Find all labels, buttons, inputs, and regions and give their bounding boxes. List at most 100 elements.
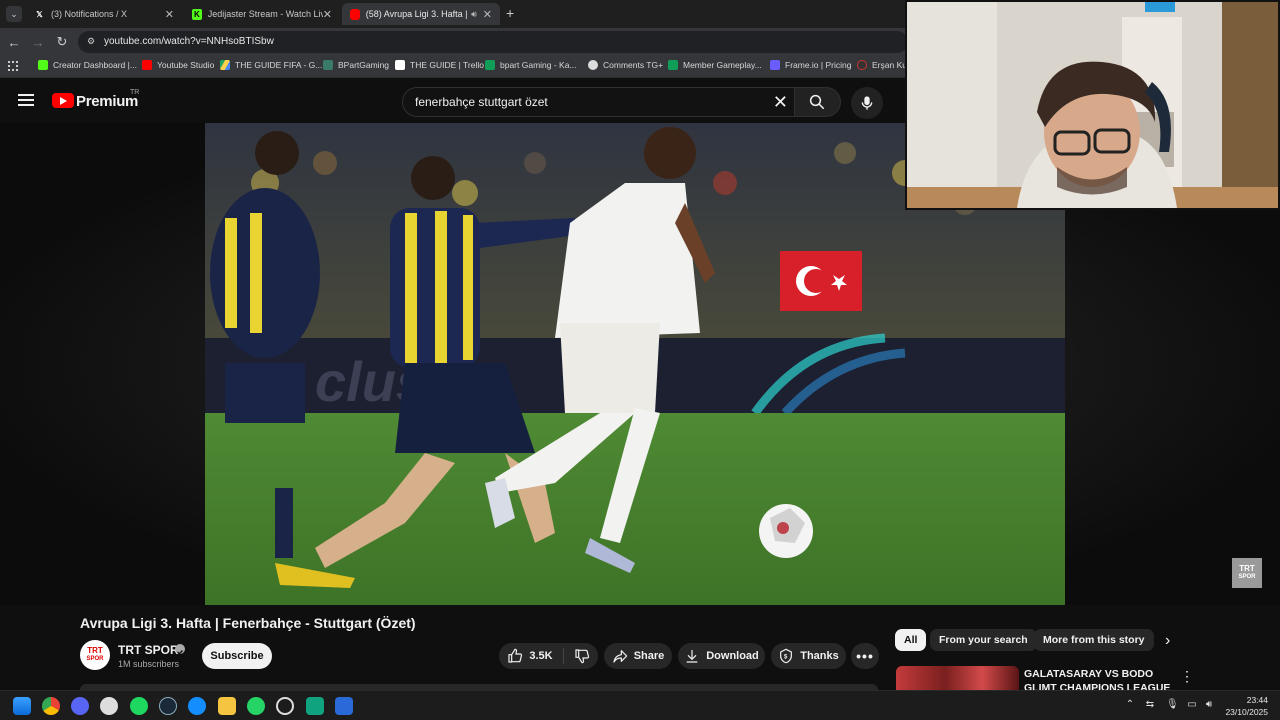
bookmark-item[interactable]: Youtube Studio	[142, 60, 214, 70]
bookmark-item[interactable]: Member Gameplay...	[668, 60, 762, 70]
bookmark-item[interactable]: Frame.io | Pricing	[770, 60, 851, 70]
svg-text:$: $	[784, 655, 788, 661]
voice-search-button[interactable]	[851, 87, 883, 119]
more-horizontal-icon: •••	[856, 648, 874, 664]
file-explorer-icon[interactable]	[218, 697, 236, 715]
bookmark-item[interactable]: BPartGaming	[323, 60, 389, 70]
app-icon[interactable]	[306, 697, 324, 715]
frameio-icon	[770, 60, 780, 70]
x-logo-icon: 𝕏	[36, 9, 43, 19]
search-input[interactable]: fenerbahçe stuttgart özet ✕	[402, 87, 795, 117]
back-icon[interactable]: ←	[6, 34, 22, 50]
reload-icon[interactable]: ↻	[54, 34, 70, 50]
thumbs-down-icon	[575, 649, 589, 664]
forward-icon[interactable]: →	[30, 34, 46, 50]
bpart-logo-icon	[323, 60, 333, 70]
sheets-icon	[485, 60, 495, 70]
more-vertical-icon[interactable]: ⋮	[1180, 668, 1194, 685]
sheets-icon	[668, 60, 678, 70]
recommended-video-thumbnail[interactable]	[896, 666, 1019, 690]
tab-x-notifications[interactable]: 𝕏 (3) Notifications / X ✕	[26, 3, 182, 25]
more-actions-button[interactable]: •••	[851, 643, 879, 669]
windows-taskbar: ⌃ ⇆ 🎙︎ ▭ 🔊︎ 23:44 23/10/2025	[0, 690, 1280, 720]
share-button[interactable]: Share	[604, 643, 672, 669]
close-tab-icon[interactable]: ✕	[483, 8, 492, 21]
bookmark-item[interactable]: Comments TG+	[588, 60, 663, 70]
youtube-logo-icon	[350, 8, 360, 20]
system-clock[interactable]: 23:44 23/10/2025	[1225, 694, 1268, 718]
like-dislike-group: 3.5K	[499, 643, 598, 669]
channel-avatar[interactable]: TRT SPOR	[80, 640, 110, 670]
subscribe-button[interactable]: Subscribe	[202, 643, 272, 669]
clear-search-icon[interactable]: ✕	[773, 93, 788, 111]
close-tab-icon[interactable]: ✕	[323, 8, 332, 21]
webcam-feed	[907, 2, 1278, 208]
clock-time: 23:44	[1246, 695, 1268, 705]
volume-icon[interactable]: 🔊︎	[1203, 699, 1215, 711]
channel-watermark: TRT SPOR	[1232, 558, 1262, 588]
spotify-icon[interactable]	[130, 697, 148, 715]
chatgpt-icon[interactable]	[276, 697, 294, 715]
comments-icon	[588, 60, 598, 70]
chrome-icon[interactable]	[42, 697, 60, 715]
youtube-premium-logo[interactable]: Premium	[76, 93, 138, 110]
chip-from-your-search[interactable]: From your search	[930, 629, 1037, 651]
bookmark-item[interactable]: Erşan Ku	[857, 60, 907, 70]
tab-youtube-video[interactable]: (58) Avrupa Ligi 3. Hafta | Fe 🔊︎ ✕	[342, 3, 500, 25]
trello-logo-icon	[395, 60, 405, 70]
bookmark-item[interactable]: Creator Dashboard |...	[38, 60, 137, 70]
share-icon	[613, 650, 627, 663]
kick-logo-icon	[38, 60, 48, 70]
apps-grid-icon[interactable]	[8, 61, 18, 71]
thanks-button[interactable]: $ Thanks	[771, 643, 846, 669]
search-query-text: fenerbahçe stuttgart özet	[415, 95, 548, 109]
network-icon[interactable]: ⇆	[1144, 699, 1156, 711]
download-icon	[686, 650, 698, 663]
chip-all[interactable]: All	[895, 629, 927, 651]
bookmark-item[interactable]: THE GUIDE | Trello	[395, 60, 484, 70]
address-bar[interactable]: ⚙ youtube.com/watch?v=NNHsoBTISbw	[78, 31, 908, 53]
microphone-icon	[861, 96, 873, 110]
tab-search-dropdown-icon[interactable]: ⌄	[6, 6, 22, 22]
tab-kick-stream[interactable]: K Jedijaster Stream - Watch Live o ✕	[184, 3, 340, 25]
bookmark-item[interactable]: bpart Gaming - Ka...	[485, 60, 577, 70]
download-button[interactable]: Download	[678, 643, 765, 669]
display-icon[interactable]: ▭	[1186, 699, 1198, 711]
dislike-button[interactable]	[564, 648, 590, 664]
youtube-logo-icon[interactable]	[52, 93, 74, 108]
chevron-right-icon[interactable]: ›	[1165, 632, 1170, 650]
bookmark-item[interactable]: THE GUIDE FIFA - G...	[220, 60, 322, 70]
verified-badge-icon	[175, 644, 185, 655]
chip-more-from-story[interactable]: More from this story	[1034, 629, 1154, 651]
microphone-icon[interactable]: 🎙︎	[1166, 699, 1179, 711]
discord-icon[interactable]	[71, 697, 89, 715]
recommended-video-title[interactable]: GALATASARAY VS BODO GLIMT CHAMPIONS LEAG…	[1024, 667, 1174, 690]
whatsapp-icon[interactable]	[247, 697, 265, 715]
super-thanks-icon: $	[780, 648, 793, 664]
app-icon[interactable]	[335, 697, 353, 715]
clock-date: 23/10/2025	[1225, 707, 1268, 717]
steam-icon[interactable]	[159, 697, 177, 715]
video-title: Avrupa Ligi 3. Hafta | Fenerbahçe - Stut…	[80, 615, 416, 631]
url-text: youtube.com/watch?v=NNHsoBTISbw	[104, 36, 274, 47]
hamburger-menu-icon[interactable]	[18, 94, 34, 107]
close-tab-icon[interactable]: ✕	[165, 8, 174, 21]
search-icon	[809, 94, 825, 110]
like-button[interactable]: 3.5K	[507, 648, 564, 664]
like-count: 3.5K	[529, 650, 553, 662]
site-info-icon[interactable]: ⚙	[87, 36, 95, 47]
streamer-webcam	[905, 0, 1280, 210]
new-tab-icon[interactable]: +	[506, 5, 514, 21]
thumbs-up-icon	[508, 648, 523, 663]
audio-playing-icon[interactable]: 🔊︎	[471, 9, 477, 20]
google-drive-icon	[220, 60, 230, 70]
youtube-logo-icon	[142, 60, 152, 70]
subscriber-count: 1M subscribers	[118, 659, 180, 669]
windows-start-icon[interactable]	[13, 697, 31, 715]
channel-name[interactable]: TRT SPOR	[118, 643, 179, 657]
search-button[interactable]	[795, 87, 841, 117]
chevron-up-icon[interactable]: ⌃	[1124, 699, 1136, 711]
battlenet-icon[interactable]	[188, 697, 206, 715]
app-icon[interactable]	[100, 697, 118, 715]
kick-logo-icon: K	[192, 8, 202, 20]
